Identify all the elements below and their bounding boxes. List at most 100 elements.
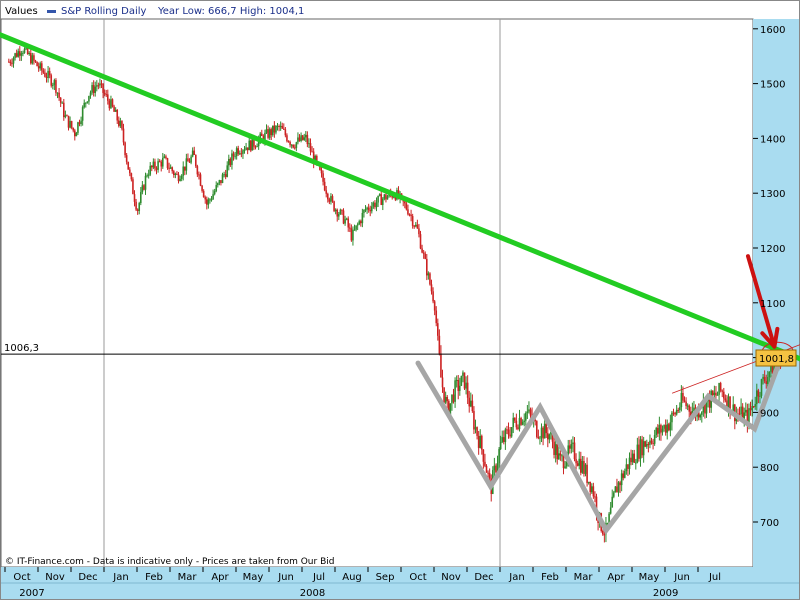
- candle-body: [191, 150, 194, 157]
- y-tick-label: 700: [760, 518, 779, 529]
- candle-body: [179, 178, 181, 182]
- candle-body: [190, 156, 192, 163]
- candle-body: [767, 377, 769, 384]
- candle-body: [540, 427, 543, 438]
- candle-body: [107, 94, 109, 101]
- candle-body: [235, 148, 238, 157]
- candle-body: [124, 142, 126, 156]
- candle-body: [525, 413, 527, 421]
- x-tick-label: Jun: [277, 572, 294, 583]
- candle-body: [526, 411, 529, 414]
- series-marker: [47, 10, 56, 13]
- candle-body: [17, 51, 20, 57]
- candle-body: [647, 444, 650, 446]
- x-tick-label: Dec: [474, 572, 493, 583]
- candle-body: [52, 84, 54, 86]
- candle-body: [334, 209, 337, 212]
- x-tick-label: Aug: [342, 572, 362, 583]
- candle-body: [415, 224, 417, 227]
- candle-body: [130, 173, 133, 180]
- candle-body: [603, 534, 606, 536]
- candle-body: [212, 194, 214, 200]
- candle-body: [569, 445, 571, 449]
- candle-body: [88, 95, 90, 102]
- candle-body: [103, 92, 106, 95]
- candle-body: [515, 420, 518, 428]
- candle-body: [677, 409, 680, 411]
- candle-body: [297, 137, 299, 143]
- candle-body: [408, 214, 411, 216]
- candle-body: [180, 175, 183, 179]
- candle-body: [94, 86, 97, 93]
- candle-body: [642, 441, 645, 456]
- candle-body: [454, 380, 456, 402]
- candle-body: [289, 141, 291, 145]
- x-tick-label: Oct: [13, 572, 30, 583]
- candle-body: [152, 161, 155, 168]
- x-tick-label: May: [639, 572, 660, 583]
- candle-body: [622, 473, 625, 478]
- candle-body: [638, 444, 640, 459]
- x-tick-label: Oct: [409, 572, 426, 583]
- candle-body: [176, 173, 178, 175]
- candle-body: [586, 464, 588, 483]
- candle-body: [680, 392, 683, 408]
- candle-body: [290, 144, 293, 146]
- candle-body: [757, 390, 760, 397]
- candle-body: [133, 194, 136, 202]
- candle-body: [42, 70, 45, 73]
- candle-body: [633, 453, 636, 463]
- x-tick-label: Feb: [145, 572, 163, 583]
- candle-body: [429, 273, 431, 285]
- candle-body: [162, 157, 164, 167]
- candle-body: [81, 107, 84, 121]
- candle-body: [430, 284, 433, 292]
- candle-body: [56, 92, 59, 94]
- candle-body: [443, 387, 445, 403]
- candle-body: [283, 128, 285, 130]
- y-tick-label: 1300: [760, 189, 785, 200]
- candle-body: [286, 135, 288, 142]
- candle-body: [196, 166, 199, 175]
- candle-body: [547, 433, 549, 440]
- candle-body: [679, 407, 681, 411]
- series-label: S&P Rolling Daily: [61, 6, 147, 17]
- candle-body: [99, 83, 101, 86]
- candle-body: [631, 453, 634, 463]
- candle-body: [372, 202, 375, 207]
- candle-body: [129, 169, 131, 174]
- candle-body: [614, 486, 617, 493]
- candle-body: [721, 390, 724, 392]
- candle-body: [657, 427, 659, 434]
- candle-body: [300, 135, 302, 141]
- candle-body: [422, 252, 425, 254]
- candle-body: [652, 443, 654, 445]
- candle-body: [699, 414, 702, 418]
- candle-body: [287, 141, 290, 143]
- candle-body: [325, 190, 328, 194]
- candle-body: [201, 185, 203, 191]
- candle-body: [375, 202, 378, 208]
- candle-body: [419, 234, 422, 249]
- candle-body: [635, 462, 637, 464]
- candle-body: [724, 398, 727, 401]
- candle-body: [146, 175, 148, 177]
- y-tick-label: 900: [760, 408, 779, 419]
- candle-body: [671, 412, 673, 423]
- candle-body: [768, 371, 771, 378]
- candle-body: [240, 153, 243, 155]
- candle-body: [110, 99, 112, 109]
- candle-body: [301, 135, 304, 140]
- candle-body: [125, 155, 128, 162]
- year-stats: Year Low: 666,7 High: 1004,1: [157, 6, 304, 17]
- candle-body: [664, 425, 667, 433]
- candle-body: [669, 422, 672, 431]
- candle-body: [53, 80, 56, 85]
- candle-body: [383, 194, 386, 199]
- candle-body: [477, 435, 480, 448]
- candle-body: [416, 224, 419, 229]
- candle-body: [39, 63, 42, 69]
- candle-body: [658, 425, 661, 434]
- candle-body: [59, 97, 62, 103]
- candle-body: [663, 425, 665, 429]
